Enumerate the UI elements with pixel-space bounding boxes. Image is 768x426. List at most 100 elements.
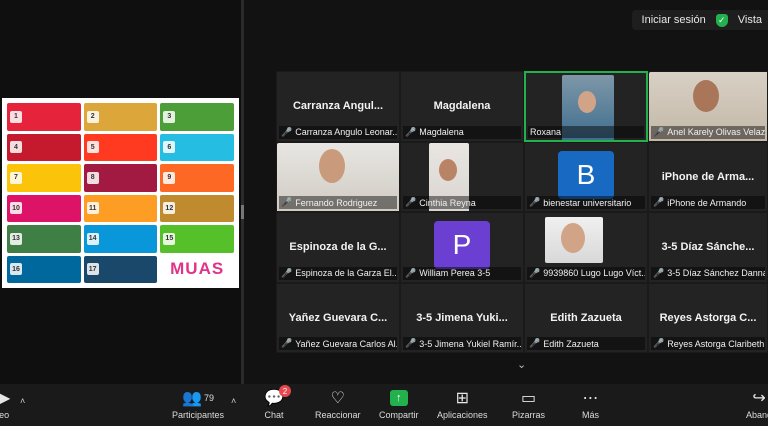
participant-name: Magdalena [419, 127, 464, 137]
sign-in-link[interactable]: Iniciar sesión [642, 14, 706, 26]
mic-muted-icon: 🎤 [281, 267, 293, 278]
participant-tile[interactable]: Edith Zazueta 🎤 Edith Zazueta [524, 282, 648, 353]
sdg-goal-number: 7 [10, 171, 22, 184]
participant-tile[interactable]: 🎤 Fernando Rodriguez [276, 141, 400, 212]
view-button[interactable]: Vista [738, 14, 762, 26]
participants-button[interactable]: 👥 79 Participantes [172, 388, 224, 420]
participant-name: 9939860 Lugo Lugo Víct... [543, 268, 645, 278]
top-bar: Iniciar sesión ✓ Vista [631, 10, 768, 30]
participant-tile[interactable]: Roxana [524, 71, 648, 142]
participant-tile[interactable]: 3-5 Díaz Sánche... 🎤 3-5 Díaz Sánchez Dann… [648, 212, 768, 283]
more-label: Más [582, 410, 600, 420]
apps-button[interactable]: ⊞ Aplicaciones [437, 388, 488, 420]
sdg-goal-cell: 6 [160, 133, 234, 161]
participants-icon: 👥 79 [182, 390, 214, 407]
shield-icon[interactable]: ✓ [715, 13, 728, 27]
participant-tile[interactable]: 🎤 9939860 Lugo Lugo Víct... [524, 212, 648, 283]
participant-tile[interactable]: Reyes Astorga C... 🎤 Reyes Astorga Claribe… [648, 282, 768, 353]
participant-name: bienestar universitario [543, 197, 632, 208]
sdg-goal-number: 17 [86, 263, 99, 276]
sdg-goal-cell: 1 [7, 103, 81, 131]
participant-tile[interactable]: 🎤 Anel Karely Olivas Velaz... [648, 71, 768, 142]
sdg-goal-number: 11 [86, 202, 99, 215]
leave-button[interactable]: ↪ Aband [746, 388, 768, 420]
avatar: B [558, 150, 614, 199]
participant-name: William Perea 3-5 [419, 268, 491, 278]
chevron-down-icon[interactable]: ⌄ [517, 358, 526, 371]
sdg-goal-cell: 10 [7, 194, 81, 222]
participant-tile[interactable]: Carranza Angul... 🎤 Carranza Angulo Leonar… [276, 71, 400, 142]
mic-muted-icon: 🎤 [529, 197, 541, 207]
sdg-goal-cell: 13 [7, 225, 81, 253]
panel-divider[interactable] [241, 0, 244, 384]
apps-icon: ⊞ [455, 390, 469, 407]
participant-name: Anel Karely Olivas Velaz... [667, 127, 765, 137]
sdg-goal-cell: 12 [160, 194, 234, 222]
share-button[interactable]: ↑ Compartir [379, 388, 419, 420]
sdg-goal-cell: 3 [160, 103, 234, 131]
participant-name-label: 🎤 9939860 Lugo Lugo Víct... [527, 266, 645, 280]
sdg-goal-cell: 16 [7, 255, 81, 283]
sdg-goal-number: 2 [86, 110, 99, 123]
participant-name-label: 🎤 Yañez Guevara Carlos Al... [279, 337, 397, 350]
participant-name-label: 🎤 William Perea 3-5 [403, 266, 521, 280]
video-options-caret[interactable]: ˄ [20, 396, 25, 406]
mic-muted-icon: 🎤 [281, 126, 293, 137]
participant-tile[interactable]: Espinoza de la G... 🎤 Espinoza de la Garza… [276, 212, 400, 283]
sdg-goal-number: 12 [163, 202, 176, 215]
mic-muted-icon: 🎤 [653, 197, 665, 207]
reactions-button[interactable]: ♡ Reaccionar [315, 388, 361, 420]
participant-face [439, 158, 457, 181]
sdg-goal-number: 1 [10, 110, 22, 123]
participant-tile[interactable]: Yañez Guevara C... 🎤 Yañez Guevara Carlos … [276, 282, 400, 353]
participant-tile[interactable]: Magdalena 🎤 Magdalena [400, 71, 524, 142]
whiteboards-button[interactable]: ▭ Pizarras [512, 388, 545, 420]
chat-button[interactable]: 💬 2 Chat [264, 385, 291, 420]
participant-name: Cinthia Reyna [419, 197, 476, 208]
whiteboard-icon: ▭ [520, 390, 537, 407]
sdg-goal-cell: 11 [83, 194, 158, 222]
participant-face [319, 148, 345, 183]
sdg-goal-number: 10 [10, 202, 22, 215]
participant-name-label: 🎤 3-5 Díaz Sánchez Danna... [651, 266, 765, 280]
participant-display-name: iPhone de Arma... [661, 170, 755, 183]
participant-name: 3-5 Jimena Yukiel Ramír... [419, 338, 521, 349]
leave-icon: ↪ [752, 390, 766, 407]
participant-name: 3-5 Díaz Sánchez Danna... [667, 268, 765, 278]
mic-muted-icon: 🎤 [281, 338, 293, 348]
video-button[interactable]: ▶ eo [0, 388, 10, 420]
mic-muted-icon: 🎤 [653, 338, 665, 348]
more-button[interactable]: ⋯ Más [582, 388, 599, 420]
participants-count: 79 [203, 393, 214, 403]
participant-tile[interactable]: 🎤 Cinthia Reyna [400, 141, 524, 212]
participant-face [578, 91, 596, 113]
participant-name-label: 🎤 Cinthia Reyna [403, 196, 521, 209]
avatar: P [434, 221, 490, 269]
participant-name-label: 🎤 Magdalena [403, 125, 521, 139]
mic-muted-icon: 🎤 [653, 267, 665, 278]
camera-icon: ▶ [0, 390, 11, 407]
sdg-goal-cell: 17 [83, 255, 158, 283]
mic-muted-icon: 🎤 [405, 197, 417, 207]
mic-muted-icon: 🎤 [405, 338, 417, 348]
sdg-goal-number: 8 [86, 171, 99, 184]
participant-tile[interactable]: iPhone de Arma... 🎤 iPhone de Armando [648, 141, 768, 212]
participant-tile[interactable]: P 🎤 William Perea 3-5 [400, 212, 524, 283]
sdg-goal-number: 16 [10, 263, 22, 276]
participants-options-caret[interactable]: ˄ [231, 396, 236, 406]
participant-face [693, 80, 719, 112]
sdg-goal-number: 13 [10, 232, 22, 245]
participant-tile[interactable]: 3-5 Jimena Yuki... 🎤 3-5 Jimena Yukiel Ram… [400, 282, 524, 353]
share-icon: ↑ [389, 388, 408, 408]
participant-display-name: Yañez Guevara C... [288, 311, 388, 324]
sdg-goal-cell: 15 [160, 225, 234, 253]
shared-screen-panel: 1 2 3 4 5 6 7 8 9 10 11 12 13 14 15 16 17 MUAS [0, 0, 242, 384]
participant-gallery: Carranza Angul... 🎤 Carranza Angulo Leonar… [276, 71, 768, 353]
sdg-goal-number: 9 [163, 171, 176, 184]
participant-tile[interactable]: B 🎤 bienestar universitario [524, 141, 648, 212]
participant-name: iPhone de Armando [667, 197, 747, 208]
participant-display-name: Espinoza de la G... [289, 241, 387, 253]
sdg-goal-number: 3 [163, 110, 176, 123]
participant-name-label: 🎤 3-5 Jimena Yukiel Ramír... [403, 337, 521, 350]
divider-grip[interactable] [241, 205, 244, 219]
